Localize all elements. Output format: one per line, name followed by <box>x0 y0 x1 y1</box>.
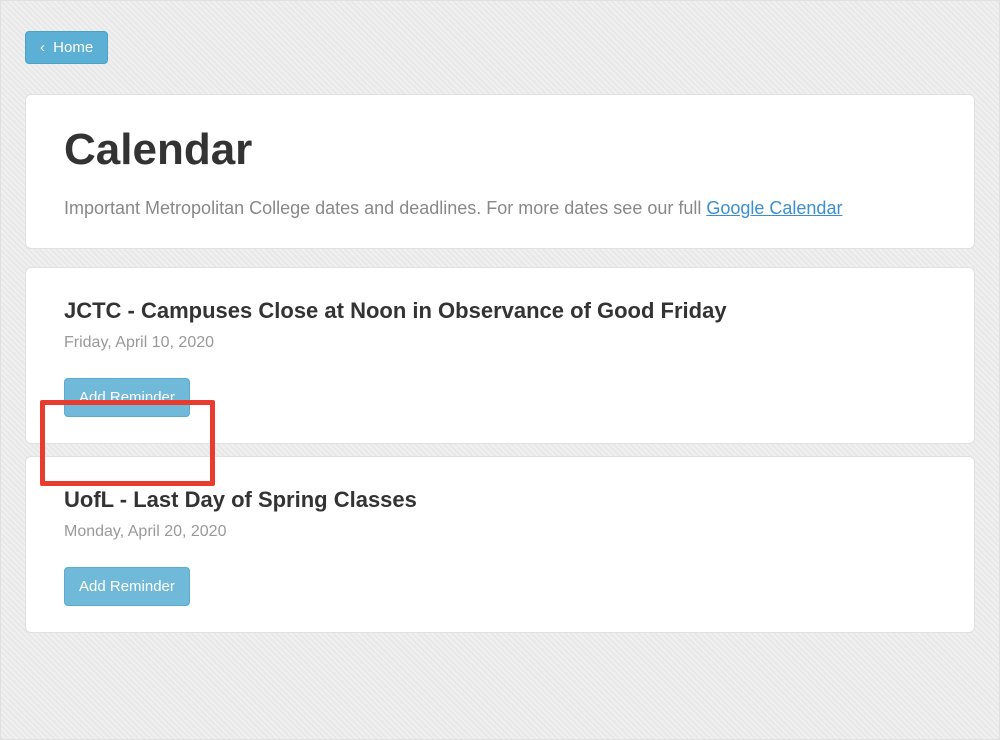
event-title: JCTC - Campuses Close at Noon in Observa… <box>64 298 936 324</box>
page-subtitle: Important Metropolitan College dates and… <box>64 195 936 222</box>
add-reminder-button[interactable]: Add Reminder <box>64 567 190 606</box>
chevron-left-icon: ‹ <box>40 39 45 56</box>
event-card: UofL - Last Day of Spring Classes Monday… <box>25 456 975 633</box>
page-title: Calendar <box>64 125 936 175</box>
page-container: ‹ Home Calendar Important Metropolitan C… <box>0 0 1000 740</box>
home-button[interactable]: ‹ Home <box>25 31 108 64</box>
event-title: UofL - Last Day of Spring Classes <box>64 487 936 513</box>
event-date: Monday, April 20, 2020 <box>64 523 936 541</box>
calendar-header-panel: Calendar Important Metropolitan College … <box>25 94 975 249</box>
add-reminder-button[interactable]: Add Reminder <box>64 378 190 417</box>
event-date: Friday, April 10, 2020 <box>64 334 936 352</box>
subtitle-text: Important Metropolitan College dates and… <box>64 198 706 218</box>
event-card: JCTC - Campuses Close at Noon in Observa… <box>25 267 975 444</box>
home-button-label: Home <box>53 39 93 56</box>
google-calendar-link[interactable]: Google Calendar <box>706 198 842 218</box>
